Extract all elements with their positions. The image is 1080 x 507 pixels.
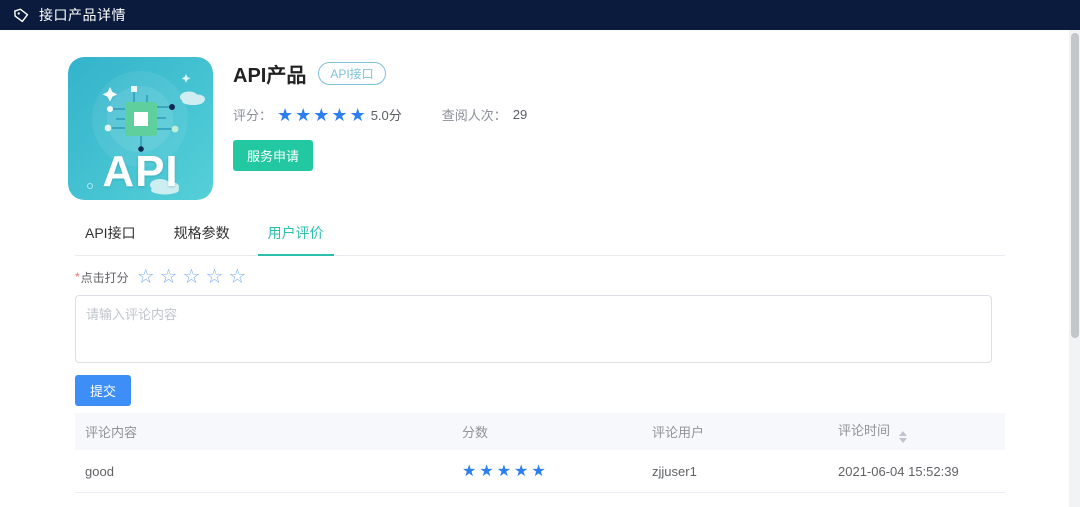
product-section: API API产品 API接口 评分： ★★★★★ 5.0分 查阅人次： 29 … bbox=[68, 57, 1005, 200]
table-header-row: 评论内容 分数 评论用户 评论时间 bbox=[75, 413, 1005, 450]
header-score: 分数 bbox=[452, 413, 642, 450]
sort-icon[interactable] bbox=[899, 431, 907, 443]
main-content: API API产品 API接口 评分： ★★★★★ 5.0分 查阅人次： 29 … bbox=[0, 30, 1080, 493]
header-comment-content: 评论内容 bbox=[75, 413, 452, 450]
views-count: 29 bbox=[513, 107, 527, 122]
cell-time: 2021-06-04 15:52:39 bbox=[828, 450, 1005, 493]
page-title: 接口产品详情 bbox=[39, 5, 126, 25]
top-navbar: 接口产品详情 bbox=[0, 0, 1080, 30]
scrollbar-track[interactable] bbox=[1069, 30, 1080, 507]
tab-specs[interactable]: 规格参数 bbox=[164, 223, 240, 255]
comment-input[interactable] bbox=[75, 295, 992, 363]
tag-icon bbox=[13, 7, 30, 24]
header-time[interactable]: 评论时间 bbox=[828, 413, 1005, 450]
rating-stars: ★★★★★ bbox=[277, 106, 368, 124]
header-user: 评论用户 bbox=[642, 413, 828, 450]
tab-bar: API接口 规格参数 用户评价 bbox=[75, 223, 1005, 256]
tab-user-reviews[interactable]: 用户评价 bbox=[258, 223, 334, 256]
row-score-stars: ★★★★★ bbox=[462, 463, 549, 480]
sort-desc-caret[interactable] bbox=[899, 438, 907, 443]
product-info: API产品 API接口 评分： ★★★★★ 5.0分 查阅人次： 29 服务申请 bbox=[233, 57, 527, 200]
rating-label: 评分： bbox=[233, 105, 272, 124]
cell-user: zjjuser1 bbox=[642, 450, 828, 493]
product-title: API产品 bbox=[233, 59, 306, 88]
product-type-badge: API接口 bbox=[318, 62, 385, 85]
rate-row: * 点击打分 ☆☆☆☆☆ bbox=[75, 267, 1005, 287]
rate-star-input[interactable]: ☆☆☆☆☆ bbox=[137, 267, 252, 287]
tab-api[interactable]: API接口 bbox=[75, 223, 146, 255]
table-row: good ★★★★★ zjjuser1 2021-06-04 15:52:39 bbox=[75, 450, 1005, 493]
cell-comment-content: good bbox=[75, 450, 452, 493]
rating-row: 评分： ★★★★★ 5.0分 查阅人次： 29 bbox=[233, 105, 527, 124]
product-image: API bbox=[68, 57, 213, 200]
cell-score: ★★★★★ bbox=[452, 450, 642, 493]
comments-table: 评论内容 分数 评论用户 评论时间 good bbox=[75, 413, 1005, 493]
rate-label: 点击打分 bbox=[81, 269, 129, 286]
submit-button[interactable]: 提交 bbox=[75, 375, 131, 406]
rating-value: 5.0分 bbox=[371, 105, 402, 124]
apply-service-button[interactable]: 服务申请 bbox=[233, 140, 313, 171]
product-image-api-text: API bbox=[68, 150, 213, 194]
sort-asc-caret[interactable] bbox=[899, 431, 907, 436]
views-label: 查阅人次： bbox=[442, 105, 507, 124]
scrollbar-thumb[interactable] bbox=[1071, 33, 1079, 338]
required-mark: * bbox=[75, 270, 80, 284]
